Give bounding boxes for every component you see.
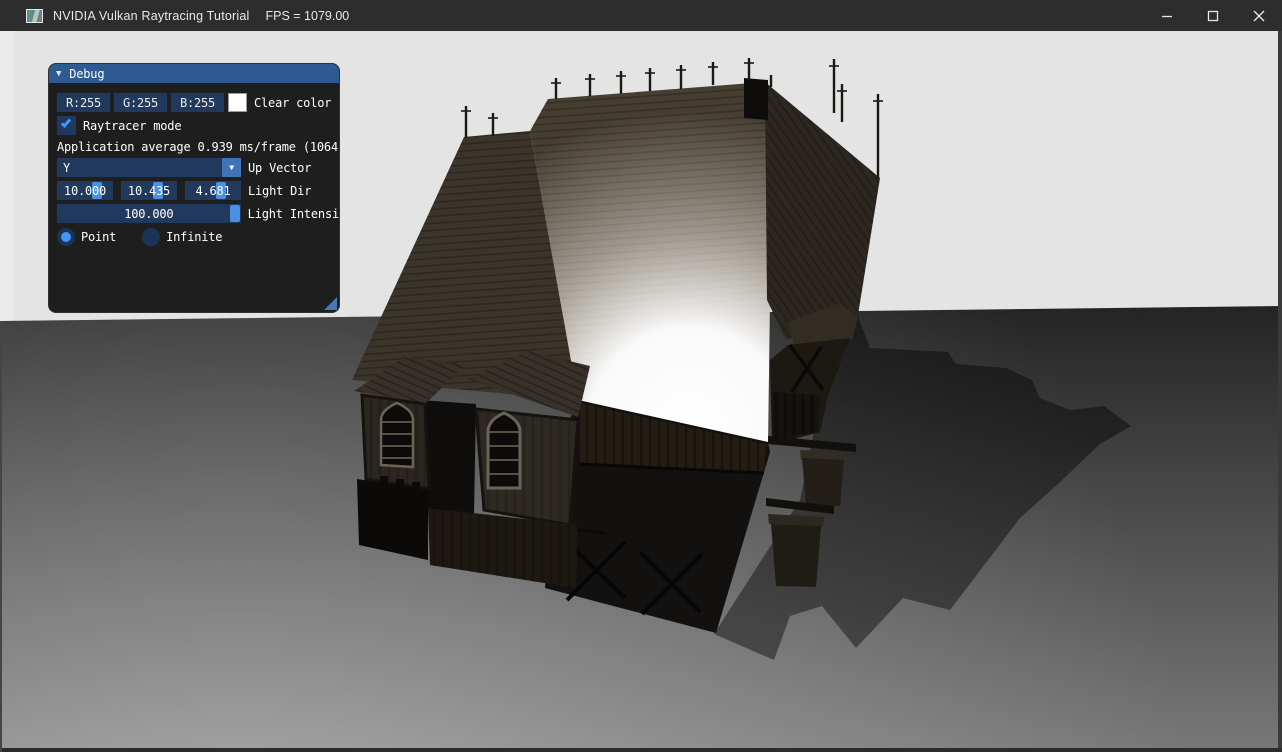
point-light-radio[interactable]	[57, 228, 75, 246]
dormer-window	[488, 413, 520, 488]
frame-stats-row: Application average 0.939 ms/frame (1064	[57, 139, 339, 154]
viewport-left-edge	[0, 321, 2, 752]
light-dir-z-value: 4.681	[195, 184, 230, 198]
light-intensity-row: 100.000 Light Intensi	[57, 204, 339, 223]
green-channel-button[interactable]: G:255	[114, 93, 167, 112]
clear-color-swatch[interactable]	[228, 93, 247, 112]
clear-color-label: Clear color	[254, 96, 331, 110]
infinite-light-radio[interactable]	[142, 228, 160, 246]
up-vector-value: Y	[57, 161, 222, 175]
close-button[interactable]	[1236, 0, 1282, 31]
light-intensity-label: Light Intensi	[248, 207, 339, 221]
checkmark-icon	[61, 117, 71, 128]
up-vector-combo[interactable]: Y ▼	[57, 158, 241, 177]
minimize-button[interactable]	[1144, 0, 1190, 31]
app-window: NVIDIA Vulkan Raytracing Tutorial FPS = …	[0, 0, 1282, 752]
infinite-light-label: Infinite	[166, 230, 222, 244]
light-dir-x-value: 10.000	[64, 184, 106, 198]
window-title: NVIDIA Vulkan Raytracing Tutorial	[53, 9, 250, 23]
blue-channel-button[interactable]: B:255	[171, 93, 224, 112]
maximize-icon	[1207, 10, 1219, 22]
debug-panel-titlebar[interactable]: ▼ Debug	[49, 64, 339, 83]
raytracer-row: Raytracer mode	[57, 116, 339, 135]
light-dir-z-slider[interactable]: 4.681	[185, 181, 241, 200]
point-light-label: Point	[81, 230, 116, 244]
red-channel-button[interactable]: R:255	[57, 93, 110, 112]
combo-arrow-button[interactable]: ▼	[222, 158, 241, 177]
sky-left-strip	[0, 31, 13, 323]
resize-grip[interactable]	[324, 297, 337, 310]
lantern-lower	[771, 524, 821, 587]
app-icon	[26, 9, 43, 23]
light-dir-y-value: 10.435	[128, 184, 170, 198]
lantern-upper	[802, 458, 844, 506]
clear-color-row: R:255 G:255 B:255 Clear color	[57, 93, 339, 112]
fps-counter: FPS = 1079.00	[266, 9, 350, 23]
light-intensity-value: 100.000	[124, 207, 173, 221]
dormer-center	[468, 351, 590, 525]
light-dir-y-slider[interactable]: 10.435	[121, 181, 177, 200]
light-dir-x-slider[interactable]: 10.000	[57, 181, 113, 200]
light-type-row: Point Infinite	[57, 227, 339, 246]
light-dir-label: Light Dir	[248, 184, 311, 198]
light-dir-row: 10.000 10.435 4.681 Light Dir	[57, 181, 339, 200]
collapse-arrow-icon[interactable]: ▼	[56, 69, 61, 79]
close-icon	[1253, 10, 1265, 22]
frame-stats-text: Application average 0.939 ms/frame (1064	[57, 140, 338, 154]
up-vector-label: Up Vector	[248, 161, 311, 175]
up-vector-row: Y ▼ Up Vector	[57, 158, 339, 177]
ridge-end-cap	[744, 78, 768, 120]
debug-panel-title: Debug	[69, 67, 104, 81]
maximize-button[interactable]	[1190, 0, 1236, 31]
chevron-down-icon: ▼	[229, 163, 234, 172]
os-titlebar[interactable]: NVIDIA Vulkan Raytracing Tutorial FPS = …	[0, 0, 1282, 31]
debug-panel: ▼ Debug R:255 G:255 B:255 Clear color Ra…	[48, 63, 340, 313]
raytracer-checkbox[interactable]	[57, 116, 76, 135]
minimize-icon	[1161, 10, 1173, 22]
viewport-right-edge	[1278, 31, 1282, 752]
debug-panel-body: R:255 G:255 B:255 Clear color Raytracer …	[49, 83, 339, 312]
slider-grab[interactable]	[230, 205, 240, 222]
raytracer-label: Raytracer mode	[83, 119, 181, 133]
light-intensity-slider[interactable]: 100.000	[57, 204, 241, 223]
viewport-bottom-edge	[0, 748, 1282, 752]
